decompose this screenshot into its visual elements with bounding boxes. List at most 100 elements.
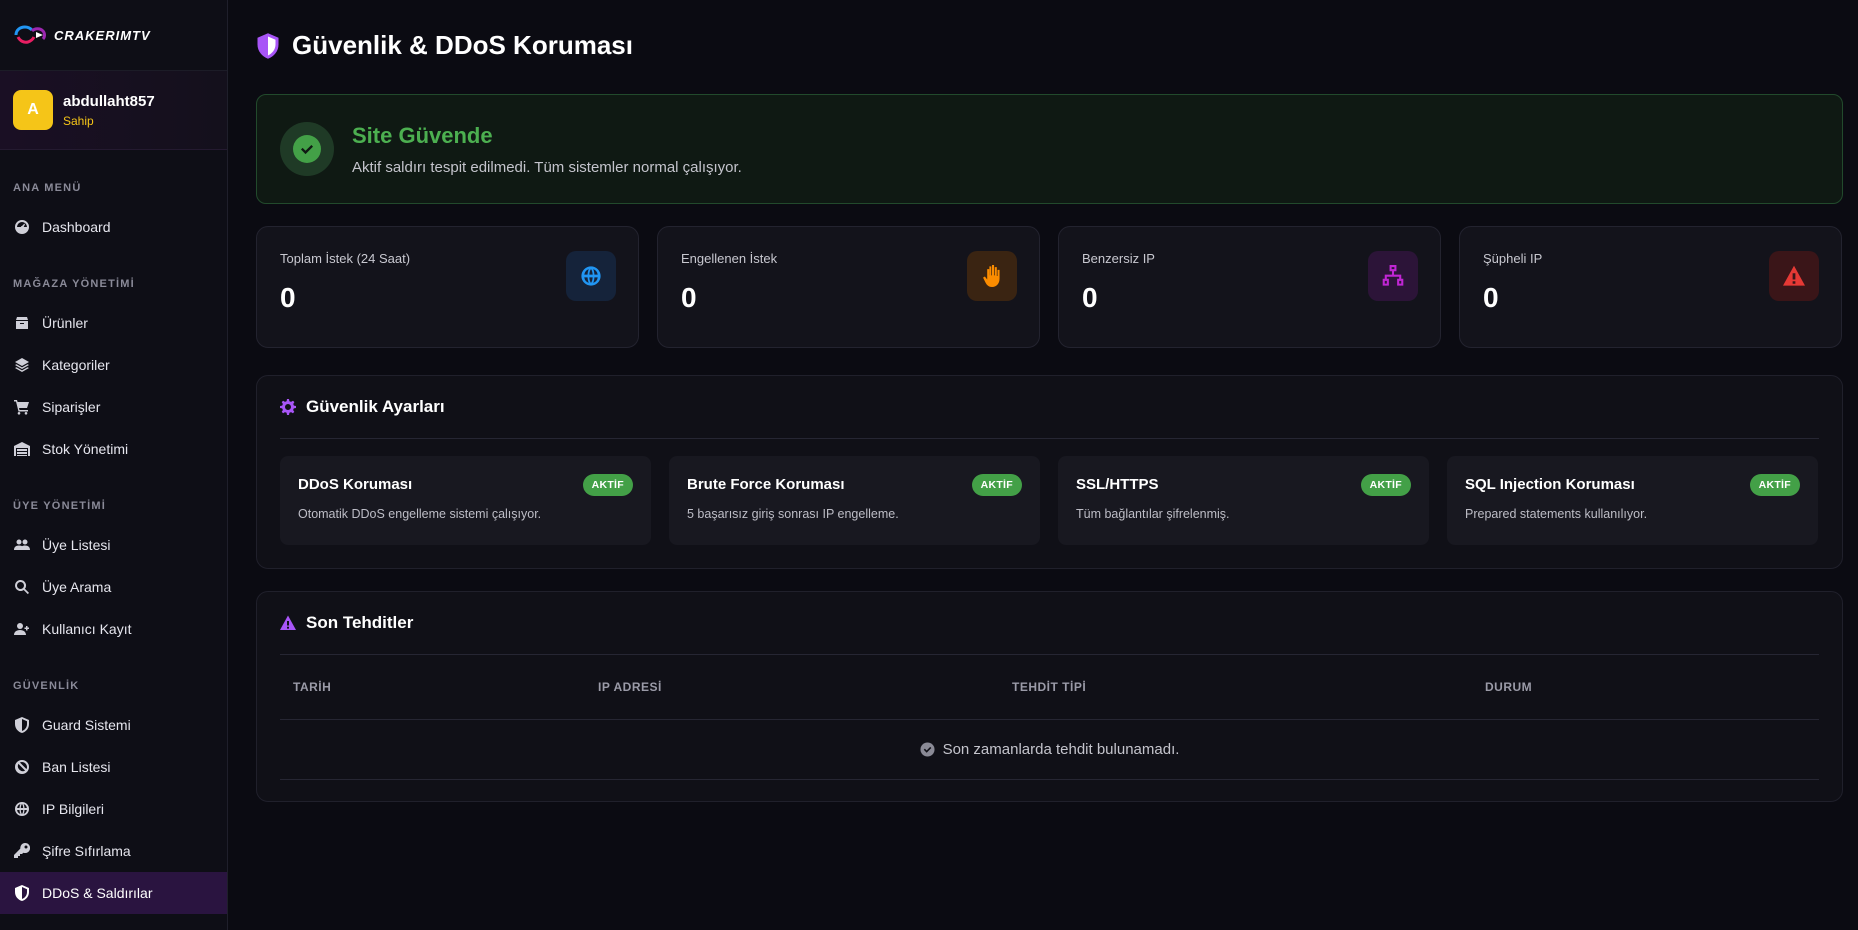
shield-icon	[15, 717, 29, 733]
table-empty-state: Son zamanlarda tehdit bulunamadı.	[280, 720, 1819, 780]
setting-description: Tüm bağlantılar şifrelenmiş.	[1076, 507, 1230, 521]
sidebar-item-label: DDoS & Saldırılar	[42, 885, 153, 901]
panel-header: Güvenlik Ayarları	[280, 376, 1819, 439]
warning-icon	[280, 615, 296, 630]
status-badge: AKTİF	[1749, 474, 1800, 496]
globe-icon	[15, 802, 29, 816]
check-icon	[301, 145, 313, 155]
nav-section-uye: ÜYE YÖNETİMİ	[13, 500, 107, 512]
ban-icon	[15, 760, 29, 774]
sidebar-item-urunler[interactable]: Ürünler	[0, 302, 227, 344]
sidebar-item-kullanici-kayit[interactable]: Kullanıcı Kayıt	[0, 608, 227, 650]
panel-header: Son Tehditler	[280, 592, 1819, 655]
status-badge: AKTİF	[582, 474, 633, 496]
key-icon	[14, 843, 30, 858]
user-profile[interactable]: A abdullaht857 Sahip	[0, 71, 227, 150]
stat-label: Toplam İstek (24 Saat)	[280, 251, 411, 266]
box-icon	[16, 317, 28, 329]
nav-section-guvenlik: GÜVENLİK	[13, 680, 80, 692]
check-circle-icon	[920, 742, 935, 757]
gear-icon	[280, 399, 296, 415]
status-badge: AKTİF	[971, 474, 1022, 496]
sidebar-item-label: Dashboard	[42, 219, 111, 235]
shield-half-icon	[257, 32, 279, 59]
sidebar-item-uye-arama[interactable]: Üye Arama	[0, 566, 227, 608]
page-header: Güvenlik & DDoS Koruması	[256, 30, 633, 61]
sidebar-item-siparisler[interactable]: Siparişler	[0, 386, 227, 428]
layers-icon	[15, 358, 29, 372]
status-badge: AKTİF	[1360, 474, 1411, 496]
stats-row: Toplam İstek (24 Saat) 0 Engellenen İste…	[256, 226, 1843, 348]
stat-card-suspicious-ip: Şüpheli IP 0	[1459, 226, 1842, 348]
user-plus-icon	[14, 623, 29, 635]
security-settings-panel: Güvenlik Ayarları DDoS Koruması Otomatik…	[256, 375, 1843, 569]
cart-icon	[14, 400, 29, 415]
sidebar-item-ban-listesi[interactable]: Ban Listesi	[0, 746, 227, 788]
setting-ssl: SSL/HTTPS Tüm bağlantılar şifrelenmiş. A…	[1058, 456, 1429, 545]
stat-value: 0	[1483, 282, 1499, 313]
sidebar-item-uye-listesi[interactable]: Üye Listesi	[0, 524, 227, 566]
status-indicator	[280, 122, 334, 176]
setting-description: Otomatik DDoS engelleme sistemi çalışıyo…	[298, 507, 542, 521]
sidebar-item-label: IP Bilgileri	[42, 801, 104, 817]
search-icon	[15, 580, 29, 595]
sidebar-item-stok[interactable]: Stok Yönetimi	[0, 428, 227, 470]
setting-sql-injection: SQL Injection Koruması Prepared statemen…	[1447, 456, 1818, 545]
panel-title: Son Tehditler	[306, 613, 414, 632]
column-header-ip: IP ADRESİ	[598, 680, 662, 694]
globe-icon	[566, 251, 616, 301]
sidebar-item-label: Guard Sistemi	[42, 717, 131, 733]
empty-message: Son zamanlarda tehdit bulunamadı.	[942, 741, 1180, 758]
setting-ddos: DDoS Koruması Otomatik DDoS engelleme si…	[280, 456, 651, 545]
sidebar-item-label: Kullanıcı Kayıt	[42, 621, 132, 637]
table-header: TARİH IP ADRESİ TEHDİT TİPİ DURUM	[280, 655, 1819, 720]
sidebar-item-label: Stok Yönetimi	[42, 441, 129, 457]
column-header-status: DURUM	[1485, 680, 1533, 694]
sidebar-item-label: Ban Listesi	[42, 759, 111, 775]
sidebar-item-ddos[interactable]: DDoS & Saldırılar	[0, 872, 227, 914]
column-header-threat-type: TEHDİT TİPİ	[1012, 680, 1087, 694]
gauge-icon	[15, 220, 29, 234]
stat-label: Engellenen İstek	[681, 251, 778, 266]
stat-value: 0	[280, 282, 296, 313]
stat-label: Benzersiz IP	[1082, 251, 1155, 266]
recent-threats-panel: Son Tehditler TARİH IP ADRESİ TEHDİT TİP…	[256, 591, 1843, 802]
column-header-date: TARİH	[293, 680, 332, 694]
sidebar-item-sifre-sifirlama[interactable]: Şifre Sıfırlama	[0, 830, 227, 872]
setting-brute-force: Brute Force Koruması 5 başarısız giriş s…	[669, 456, 1040, 545]
sidebar-item-label: Şifre Sıfırlama	[42, 843, 131, 859]
brand-logo[interactable]: CRAKERIMTV	[0, 0, 227, 71]
hand-icon	[967, 251, 1017, 301]
sidebar-item-guard[interactable]: Guard Sistemi	[0, 704, 227, 746]
stat-label: Şüpheli IP	[1483, 251, 1543, 266]
sidebar-item-label: Üye Listesi	[42, 537, 111, 553]
setting-description: Prepared statements kullanılıyor.	[1465, 507, 1648, 521]
sidebar-item-label: Ürünler	[42, 315, 88, 331]
sidebar: CRAKERIMTV A abdullaht857 Sahip ANA MENÜ…	[0, 0, 228, 930]
sidebar-item-label: Siparişler	[42, 399, 101, 415]
users-icon	[14, 539, 30, 550]
nav-section-magaza: MAĞAZA YÖNETİMİ	[13, 278, 135, 290]
shield-icon	[15, 885, 29, 901]
user-role: Sahip	[63, 113, 94, 128]
status-title: Site Güvende	[352, 122, 493, 148]
sidebar-item-label: Kategoriler	[42, 357, 110, 373]
brand-name: CRAKERIMTV	[54, 27, 151, 43]
status-description: Aktif saldırı tespit edilmedi. Tüm siste…	[352, 158, 742, 176]
network-icon	[1368, 251, 1418, 301]
logo-icon	[14, 25, 46, 44]
stat-card-unique-ip: Benzersiz IP 0	[1058, 226, 1441, 348]
stat-value: 0	[681, 282, 697, 313]
panel-title: Güvenlik Ayarları	[306, 397, 445, 416]
sidebar-item-label: Üye Arama	[42, 579, 112, 595]
avatar: A	[13, 90, 53, 130]
stat-value: 0	[1082, 282, 1098, 313]
sidebar-item-ip-bilgileri[interactable]: IP Bilgileri	[0, 788, 227, 830]
stat-card-blocked-requests: Engellenen İstek 0	[657, 226, 1040, 348]
sidebar-item-dashboard[interactable]: Dashboard	[0, 206, 227, 248]
warning-icon	[1769, 251, 1819, 301]
sidebar-item-kategoriler[interactable]: Kategoriler	[0, 344, 227, 386]
setting-description: 5 başarısız giriş sonrası IP engelleme.	[687, 507, 899, 521]
stat-card-total-requests: Toplam İstek (24 Saat) 0	[256, 226, 639, 348]
user-name: abdullaht857	[63, 92, 155, 110]
